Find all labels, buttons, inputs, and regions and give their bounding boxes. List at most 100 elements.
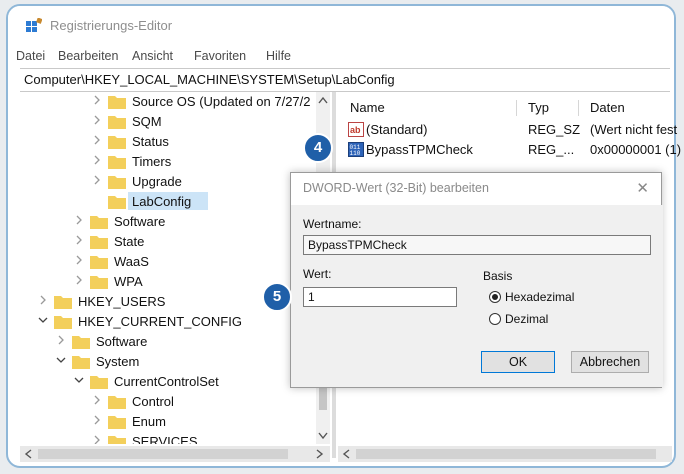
- folder-icon: [54, 316, 72, 329]
- tree-item-label: Upgrade: [132, 174, 182, 189]
- value-row-standard[interactable]: ab (Standard) REG_SZ (Wert nicht fest: [338, 120, 678, 140]
- value-name: BypassTPMCheck: [366, 142, 473, 157]
- address-path: Computer\HKEY_LOCAL_MACHINE\SYSTEM\Setup…: [24, 72, 395, 87]
- tree-item-label: HKEY_USERS: [78, 294, 166, 309]
- column-type[interactable]: Typ: [528, 100, 549, 115]
- key-tree: Source OS (Updated on 7/27/2 SQM Status …: [20, 92, 332, 444]
- chevron-down-icon[interactable]: [38, 315, 48, 325]
- menu-bar: Datei Bearbeiten Ansicht Favoriten Hilfe: [8, 46, 674, 66]
- tree-hscroll-thumb[interactable]: [38, 449, 288, 459]
- value-data-field[interactable]: 1: [303, 287, 457, 307]
- tree-item-label: Source OS (Updated on 7/27/2: [132, 94, 311, 109]
- tree-item-label: CurrentControlSet: [114, 374, 219, 389]
- folder-icon: [90, 276, 108, 289]
- svg-text:110: 110: [350, 150, 361, 157]
- column-data[interactable]: Daten: [590, 100, 625, 115]
- scroll-left-icon[interactable]: [24, 449, 32, 459]
- chevron-right-icon[interactable]: [74, 215, 84, 225]
- step-badge-4: 4: [303, 133, 333, 163]
- menu-ansicht[interactable]: Ansicht: [132, 49, 173, 63]
- chevron-down-icon[interactable]: [74, 375, 84, 385]
- column-separator[interactable]: [516, 100, 517, 116]
- scroll-up-icon[interactable]: [318, 96, 328, 104]
- folder-icon: [108, 436, 126, 444]
- tree-item-label: WaaS: [114, 254, 149, 269]
- cancel-button[interactable]: Abbrechen: [571, 351, 649, 373]
- tree-item-label: State: [114, 234, 145, 249]
- chevron-right-icon[interactable]: [92, 415, 102, 425]
- scroll-left-icon[interactable]: [342, 449, 350, 459]
- chevron-right-icon[interactable]: [74, 275, 84, 285]
- value-name-label: Wertname:: [303, 217, 362, 231]
- folder-icon: [108, 96, 126, 109]
- chevron-right-icon[interactable]: [74, 255, 84, 265]
- menu-favoriten[interactable]: Favoriten: [194, 49, 246, 63]
- menu-hilfe[interactable]: Hilfe: [266, 49, 291, 63]
- folder-icon: [72, 356, 90, 369]
- list-hscroll-thumb[interactable]: [356, 449, 656, 459]
- value-name-field[interactable]: BypassTPMCheck: [303, 235, 651, 255]
- menu-bearbeiten[interactable]: Bearbeiten: [58, 49, 118, 63]
- ok-button[interactable]: OK: [481, 351, 555, 373]
- folder-icon: [108, 156, 126, 169]
- value-data: 0x00000001 (1): [590, 142, 682, 157]
- value-type: REG_...: [528, 142, 575, 157]
- chevron-right-icon[interactable]: [92, 395, 102, 405]
- tree-item-label: SQM: [132, 114, 162, 129]
- base-group-label: Basis: [483, 269, 513, 283]
- folder-icon: [54, 296, 72, 309]
- chevron-right-icon[interactable]: [92, 135, 102, 145]
- chevron-right-icon[interactable]: [56, 335, 66, 345]
- folder-icon: [108, 396, 126, 409]
- list-horizontal-scrollbar[interactable]: [338, 446, 672, 462]
- dword-value-icon: 011 110: [348, 142, 364, 157]
- scroll-down-icon[interactable]: [318, 432, 328, 440]
- hexadecimal-label[interactable]: Hexadezimal: [505, 290, 574, 304]
- folder-icon: [90, 216, 108, 229]
- dialog-title: DWORD-Wert (32-Bit) bearbeiten: [303, 181, 489, 195]
- folder-icon: [72, 336, 90, 349]
- column-name[interactable]: Name: [350, 100, 385, 115]
- tree-item-label: SERVICES: [132, 434, 198, 444]
- tree-item-label: Control: [132, 394, 174, 409]
- step-badge-5: 5: [262, 282, 292, 312]
- dialog-body: Wertname: BypassTPMCheck Wert: 1 Basis H…: [291, 205, 663, 387]
- address-bar[interactable]: Computer\HKEY_LOCAL_MACHINE\SYSTEM\Setup…: [20, 68, 670, 92]
- radio-decimal[interactable]: [489, 313, 501, 325]
- chevron-right-icon[interactable]: [38, 295, 48, 305]
- decimal-label[interactable]: Dezimal: [505, 312, 548, 326]
- column-separator[interactable]: [578, 100, 579, 116]
- chevron-right-icon[interactable]: [92, 175, 102, 185]
- folder-icon: [90, 376, 108, 389]
- chevron-right-icon[interactable]: [92, 95, 102, 105]
- dword-edit-dialog: DWORD-Wert (32-Bit) bearbeiten ✕ Wertnam…: [290, 172, 663, 388]
- folder-icon: [108, 136, 126, 149]
- chevron-right-icon[interactable]: [92, 115, 102, 125]
- title-bar: Registrierungs-Editor: [8, 6, 674, 40]
- menu-datei[interactable]: Datei: [16, 49, 45, 63]
- tree-item-label: Status: [132, 134, 169, 149]
- chevron-right-icon[interactable]: [92, 155, 102, 165]
- scroll-right-icon[interactable]: [316, 449, 324, 459]
- value-row-bypasstpmcheck[interactable]: 011 110 BypassTPMCheck REG_... 0x0000000…: [338, 140, 682, 160]
- tree-item-label: Software: [114, 214, 166, 229]
- tree-horizontal-scrollbar[interactable]: [20, 446, 330, 462]
- tree-item-label: Software: [96, 334, 148, 349]
- chevron-right-icon[interactable]: [74, 235, 84, 245]
- string-value-icon: ab: [348, 122, 364, 137]
- chevron-right-icon[interactable]: [92, 435, 102, 444]
- value-data: (Wert nicht fest: [590, 122, 678, 137]
- value-name: (Standard): [366, 122, 428, 137]
- tree-item-label: HKEY_CURRENT_CONFIG: [78, 314, 242, 329]
- tree-item-label: System: [96, 354, 140, 369]
- tree-item-label: WPA: [114, 274, 143, 289]
- window-title: Registrierungs-Editor: [50, 18, 173, 33]
- close-icon[interactable]: ✕: [636, 179, 649, 197]
- folder-icon: [108, 196, 126, 209]
- folder-icon: [108, 176, 126, 189]
- chevron-down-icon[interactable]: [56, 355, 66, 365]
- folder-icon: [108, 416, 126, 429]
- value-data-label: Wert:: [303, 267, 332, 281]
- radio-hexadecimal[interactable]: [489, 291, 501, 303]
- registry-editor-icon: [26, 18, 42, 32]
